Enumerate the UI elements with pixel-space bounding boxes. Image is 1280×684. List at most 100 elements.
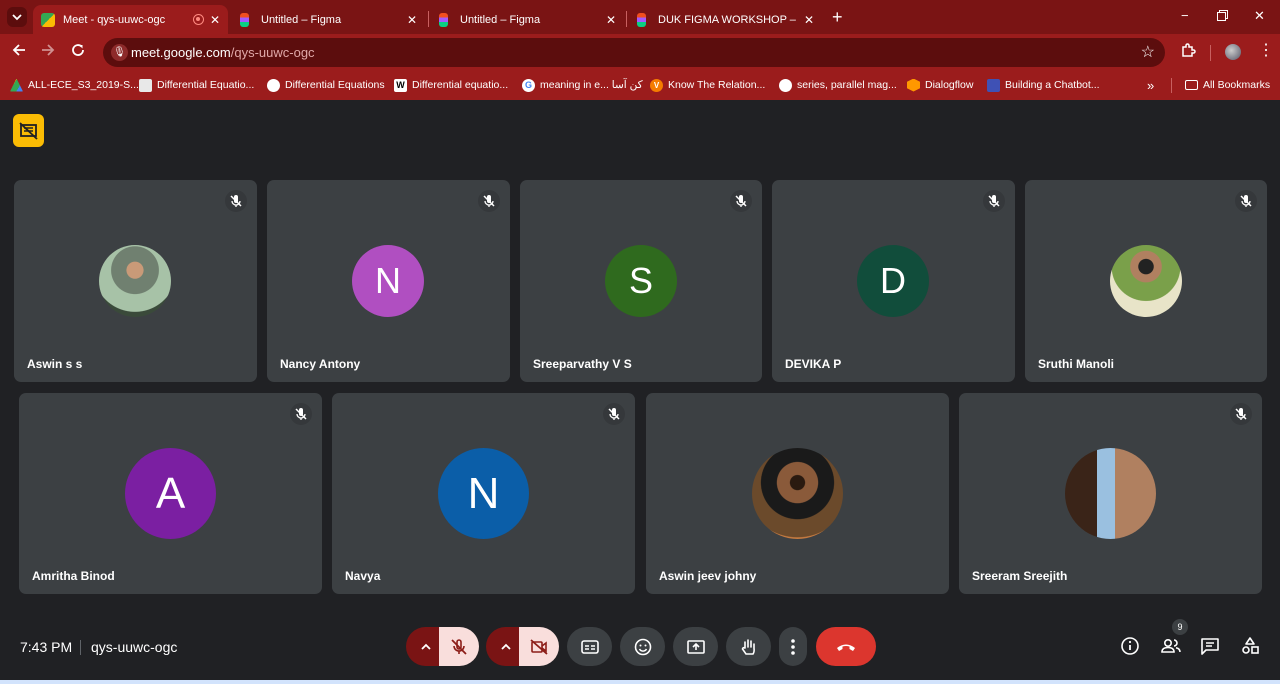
participant-tile[interactable]: Sruthi Manoli (1025, 180, 1267, 382)
close-icon[interactable]: ✕ (210, 13, 220, 27)
address-bar[interactable]: 🎙 meet.google.com/qys-uuwc-ogc ☆ (103, 38, 1165, 67)
participant-name: DEVIKA P (785, 357, 842, 371)
camera-toggle-button[interactable] (519, 627, 559, 666)
tab-figma-workshop[interactable]: DUK FIGMA WORKSHOP – Figma ✕ (629, 5, 822, 34)
participant-photo (99, 245, 171, 317)
participant-tile[interactable]: Aswin jeev johny (646, 393, 949, 594)
bookmark-item[interactable]: W Differential equatio... (394, 77, 508, 93)
bookmark-item[interactable]: Differential Equations (267, 77, 385, 93)
bookmark-item[interactable]: Dialogflow (907, 77, 973, 93)
browser-menu-button[interactable]: ⋮ (1258, 42, 1274, 60)
chatbot-icon (987, 78, 1000, 92)
more-bookmarks-button[interactable]: » (1147, 77, 1154, 93)
participant-tile[interactable]: S Sreeparvathy V S (520, 180, 762, 382)
bookmark-label: Know The Relation... (668, 79, 766, 91)
muted-mic-icon (1230, 403, 1252, 425)
restore-button[interactable] (1217, 9, 1228, 24)
bookmark-item[interactable]: ALL-ECE_S3_2019-S... (10, 77, 139, 93)
muted-mic-icon (730, 190, 752, 212)
bookmarks-divider (1171, 78, 1172, 93)
tab-title: Untitled – Figma (261, 13, 342, 26)
tab-strip: Meet - qys-uuwc-ogc ✕ Untitled – Figma ✕… (0, 0, 1280, 34)
bookmark-item[interactable]: series, parallel mag... (779, 77, 897, 93)
present-screen-button[interactable] (673, 627, 718, 666)
chat-button[interactable] (1199, 635, 1223, 659)
meeting-code: qys-uuwc-ogc (91, 639, 178, 655)
profile-avatar[interactable] (1225, 44, 1241, 60)
participant-tile[interactable]: D DEVIKA P (772, 180, 1015, 382)
bookmark-item[interactable]: Building a Chatbot... (987, 77, 1100, 93)
tab-divider (428, 11, 429, 27)
bookmark-item[interactable]: V Know The Relation... (650, 77, 765, 93)
tab-meet[interactable]: Meet - qys-uuwc-ogc ✕ (33, 5, 228, 34)
meeting-details-button[interactable] (1119, 635, 1143, 659)
wikipedia-icon: W (394, 78, 407, 92)
close-icon[interactable]: ✕ (407, 13, 417, 27)
more-vert-icon (791, 638, 795, 655)
back-button[interactable] (12, 43, 26, 62)
microphone-site-icon[interactable]: 🎙 (111, 44, 128, 61)
site-v-icon: V (650, 78, 663, 92)
leave-call-button[interactable] (816, 627, 876, 666)
chevron-down-icon (12, 14, 22, 21)
all-bookmarks-button[interactable]: All Bookmarks (1185, 77, 1270, 93)
toolbar-divider (1210, 45, 1211, 61)
restore-icon (1217, 10, 1228, 21)
call-end-icon (837, 644, 855, 651)
participant-tile[interactable]: Sreeram Sreejith (959, 393, 1262, 594)
muted-mic-icon (1235, 190, 1257, 212)
participant-count-badge: 9 (1172, 619, 1188, 635)
tab-figma-2[interactable]: Untitled – Figma ✕ (431, 5, 624, 34)
reload-button[interactable] (71, 43, 85, 62)
divider (80, 640, 81, 655)
participant-avatar: D (857, 245, 929, 317)
presentation-status-button[interactable] (13, 114, 44, 147)
participant-tile[interactable]: N Navya (332, 393, 635, 594)
bookmark-star-icon[interactable]: ☆ (1141, 42, 1155, 62)
more-options-button[interactable] (779, 627, 807, 666)
figma-icon (240, 12, 249, 27)
tab-search-button[interactable] (7, 7, 27, 27)
forward-button[interactable] (41, 43, 55, 62)
people-icon (1161, 639, 1181, 653)
tab-figma-1[interactable]: Untitled – Figma ✕ (232, 5, 425, 34)
muted-mic-icon (983, 190, 1005, 212)
google-meet-icon (41, 12, 55, 27)
activities-button[interactable] (1239, 635, 1263, 659)
participant-tile[interactable]: A Amritha Binod (19, 393, 322, 594)
captions-button[interactable] (567, 627, 612, 666)
new-tab-button[interactable]: + (832, 7, 843, 28)
folder-icon (1185, 80, 1198, 90)
url-text[interactable]: meet.google.com/qys-uuwc-ogc (131, 45, 315, 60)
muted-mic-icon (290, 403, 312, 425)
bookmark-label: Building a Chatbot... (1005, 79, 1100, 91)
google-drive-icon (10, 78, 23, 92)
google-icon: G (522, 78, 535, 92)
close-icon[interactable]: ✕ (804, 13, 814, 27)
bookmark-item[interactable]: Differential Equatio... (139, 77, 254, 93)
bookmark-label: Differential Equations (285, 79, 385, 91)
participant-name: Navya (345, 569, 381, 583)
bookmarks-bar: ALL-ECE_S3_2019-S... Differential Equati… (0, 71, 1280, 100)
reactions-button[interactable] (620, 627, 665, 666)
puzzle-icon (1182, 43, 1196, 57)
participant-photo (752, 448, 843, 539)
microphone-toggle-button[interactable] (439, 627, 479, 666)
bookmark-label: series, parallel mag... (797, 79, 897, 91)
activities-icon (1242, 637, 1259, 654)
raise-hand-button[interactable] (726, 627, 771, 666)
muted-mic-icon (225, 190, 247, 212)
arrow-right-icon (42, 44, 55, 56)
participant-tile[interactable]: Aswin s s (14, 180, 257, 382)
close-window-button[interactable]: ✕ (1254, 8, 1265, 24)
people-button[interactable] (1159, 635, 1183, 659)
minimize-button[interactable]: − (1181, 8, 1189, 23)
participant-avatar: A (125, 448, 216, 539)
url-host: meet.google.com (131, 45, 231, 60)
emoji-icon (634, 638, 651, 655)
extensions-button[interactable] (1180, 43, 1196, 64)
close-icon[interactable]: ✕ (606, 13, 616, 27)
bookmark-item[interactable]: Gmeaning in e... کن آسا (522, 77, 643, 93)
document-icon (139, 78, 152, 92)
participant-tile[interactable]: N Nancy Antony (267, 180, 510, 382)
